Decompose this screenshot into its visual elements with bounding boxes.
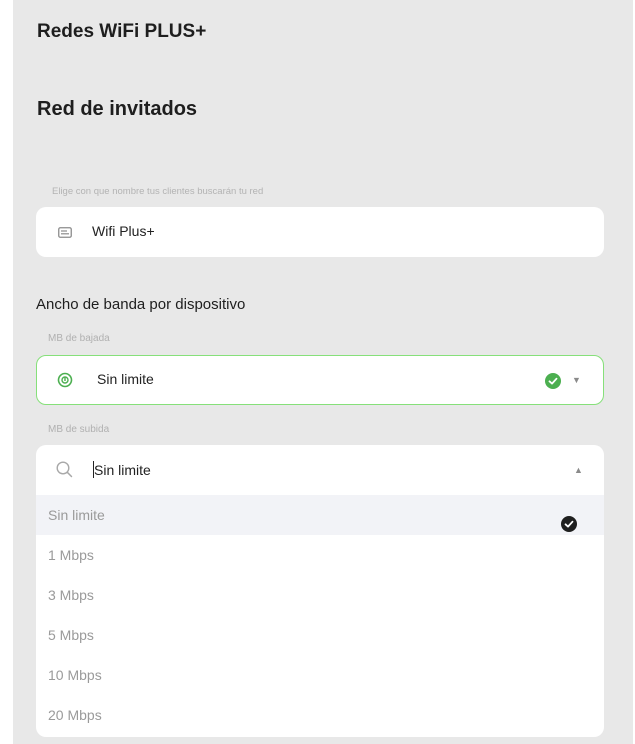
ssid-hint: Elige con que nombre tus clientes buscar… bbox=[52, 186, 264, 197]
upload-label: MB de subida bbox=[48, 424, 110, 435]
option-item[interactable]: Sin limite bbox=[36, 495, 604, 535]
ssid-value: Wifi Plus+ bbox=[92, 223, 155, 239]
page-title: Redes WiFi PLUS+ bbox=[37, 21, 207, 42]
bandwidth-section-label: Ancho de banda por dispositivo bbox=[36, 296, 246, 313]
section-title: Red de invitados bbox=[37, 98, 198, 120]
upload-dropdown: Sin limite ▲ Sin limite 1 Mbps 3 Mbps 5 … bbox=[36, 445, 604, 737]
speed-icon bbox=[57, 372, 73, 393]
option-item[interactable]: 20 Mbps bbox=[36, 695, 604, 735]
caret-down-icon[interactable]: ▼ bbox=[572, 375, 581, 385]
option-item[interactable]: 10 Mbps bbox=[36, 655, 604, 695]
upload-search-input[interactable]: Sin limite ▲ bbox=[36, 445, 604, 495]
download-value: Sin limite bbox=[97, 371, 154, 387]
option-item[interactable]: 5 Mbps bbox=[36, 615, 604, 655]
caret-up-icon[interactable]: ▲ bbox=[574, 465, 583, 475]
download-select[interactable]: Sin limite ▼ bbox=[36, 355, 604, 405]
check-circle-icon bbox=[545, 373, 561, 394]
upload-value: Sin limite bbox=[94, 462, 151, 478]
card-icon bbox=[58, 225, 72, 238]
download-label: MB de bajada bbox=[48, 333, 110, 344]
option-item[interactable]: 1 Mbps bbox=[36, 535, 604, 575]
ssid-input[interactable]: Wifi Plus+ bbox=[36, 207, 604, 257]
search-icon bbox=[56, 461, 73, 483]
option-item[interactable]: 3 Mbps bbox=[36, 575, 604, 615]
